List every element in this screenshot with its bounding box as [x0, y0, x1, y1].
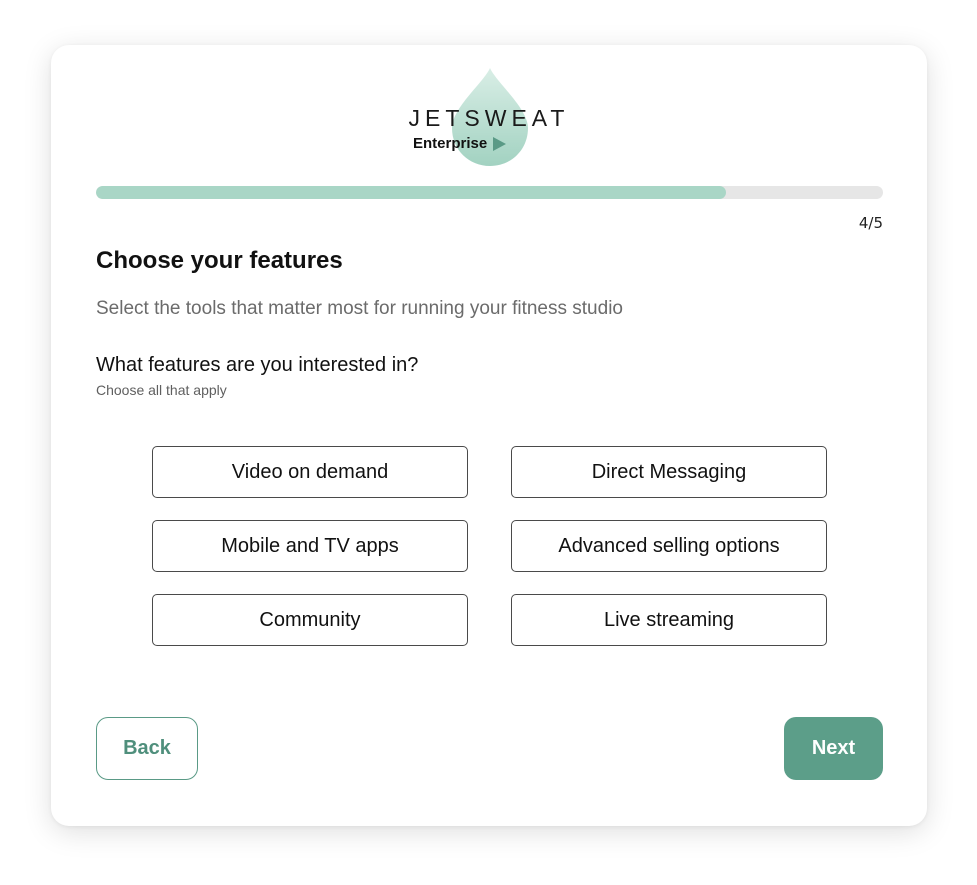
- option-advanced-selling[interactable]: Advanced selling options: [511, 520, 827, 572]
- brand-tier-label: Enterprise: [413, 135, 488, 152]
- feature-options: Video on demand Direct Messaging Mobile …: [152, 446, 827, 646]
- option-video-on-demand[interactable]: Video on demand: [152, 446, 468, 498]
- brand-name: JETSWEAT: [408, 105, 570, 131]
- back-button[interactable]: Back: [96, 717, 198, 780]
- question-label: What features are you interested in?: [96, 354, 419, 376]
- option-community[interactable]: Community: [152, 594, 468, 646]
- next-button[interactable]: Next: [784, 717, 883, 780]
- progress-fill: [96, 186, 726, 199]
- option-mobile-tv-apps[interactable]: Mobile and TV apps: [152, 520, 468, 572]
- page-title: Choose your features: [96, 247, 343, 274]
- onboarding-card: JETSWEAT Enterprise 4/5 Choose your feat…: [51, 45, 927, 826]
- question-hint: Choose all that apply: [96, 382, 227, 398]
- play-icon: [493, 136, 507, 151]
- option-live-streaming[interactable]: Live streaming: [511, 594, 827, 646]
- page-subtitle: Select the tools that matter most for ru…: [96, 298, 623, 319]
- step-counter: 4/5: [858, 214, 883, 232]
- progress-bar: [96, 186, 883, 199]
- logo: JETSWEAT Enterprise: [51, 45, 927, 185]
- option-direct-messaging[interactable]: Direct Messaging: [511, 446, 827, 498]
- brand-tier: Enterprise: [413, 135, 507, 152]
